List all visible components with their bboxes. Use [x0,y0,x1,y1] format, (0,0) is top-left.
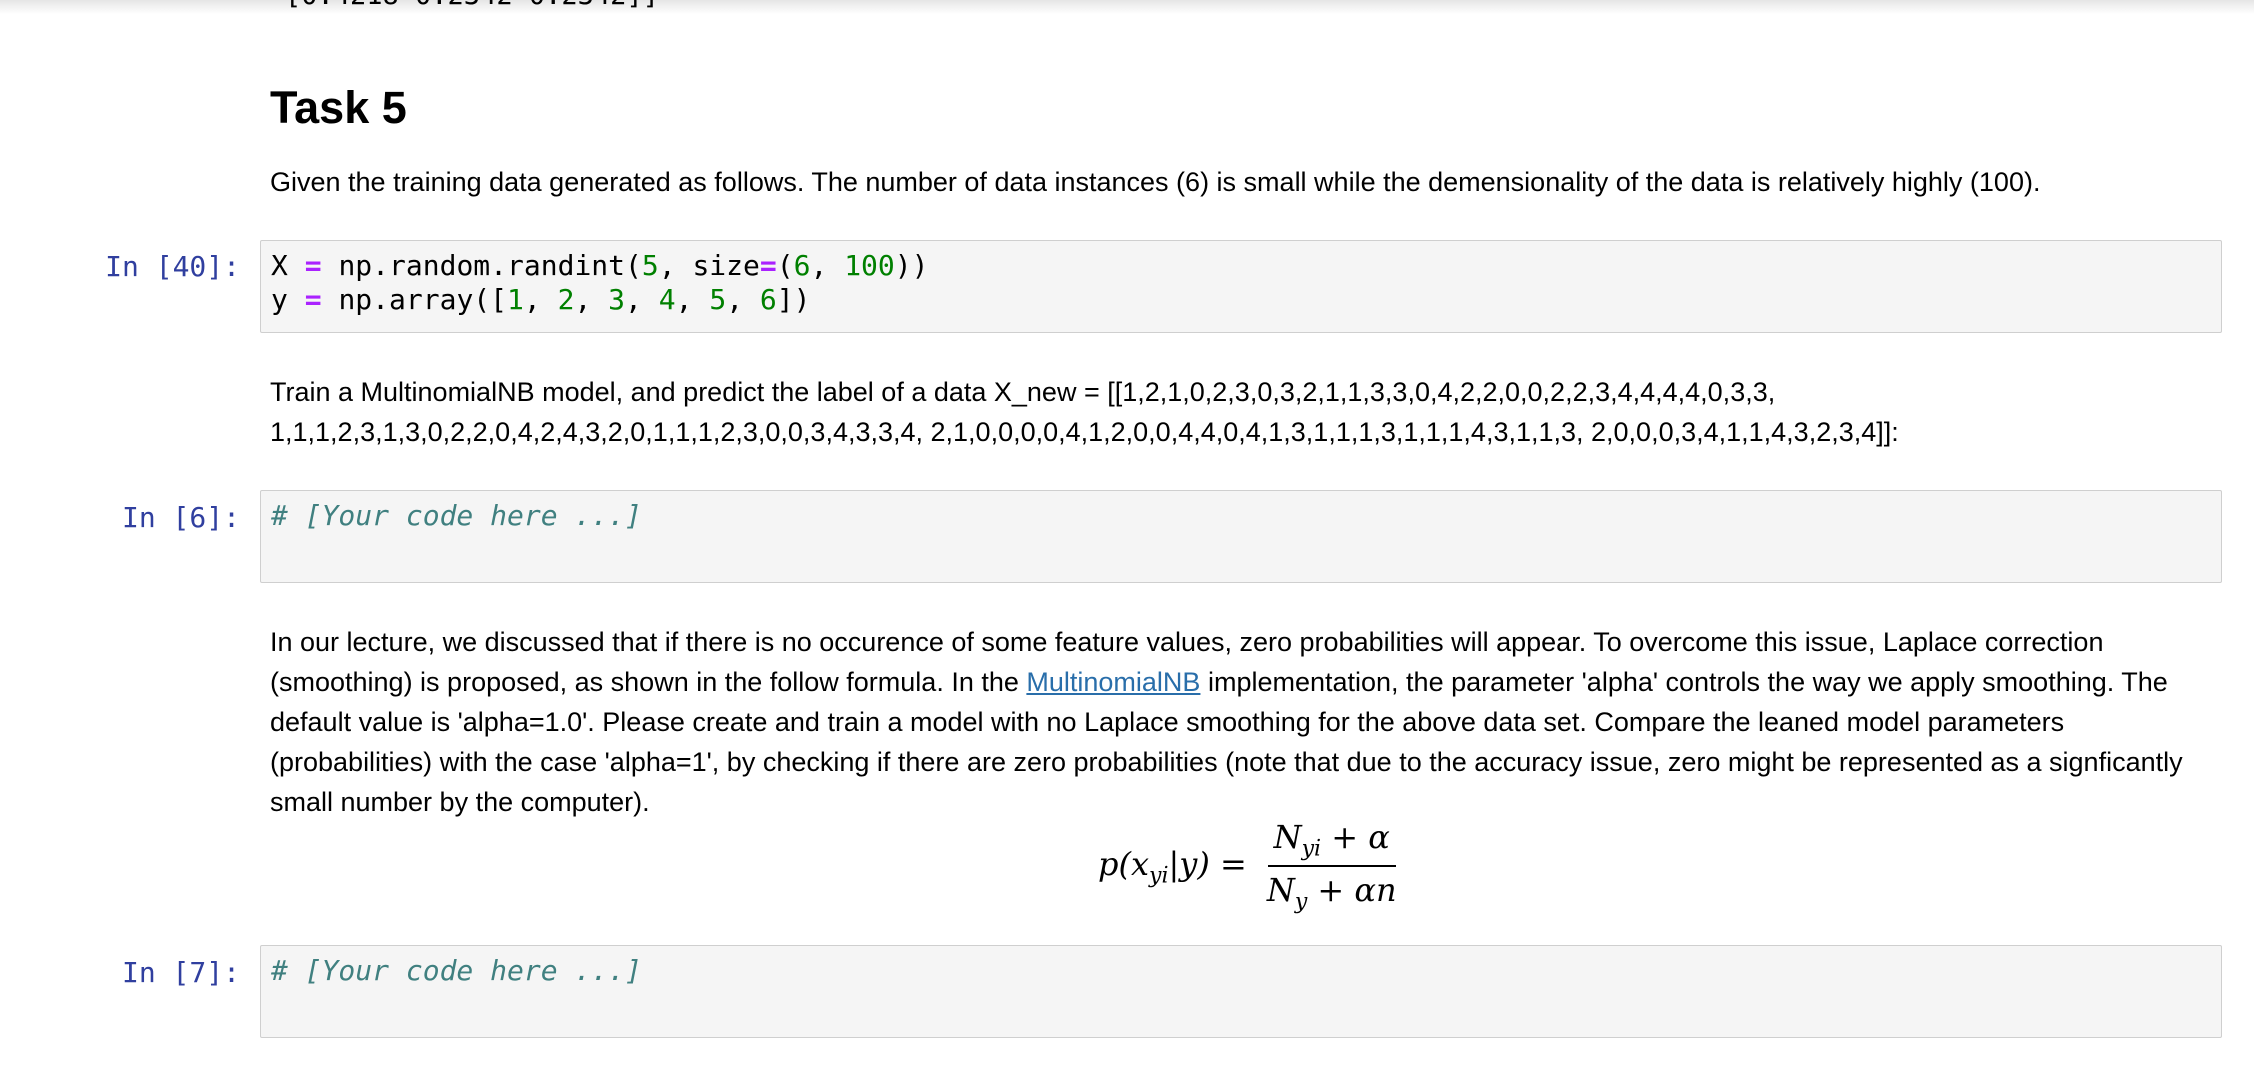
formula-fraction: Nyi + α Ny + αn [1261,818,1403,915]
formula-sub: y [1294,889,1308,915]
cell-prompt: In [7]: [121,956,240,989]
formula-text: + α [1321,818,1390,856]
formula-text: p(x [1098,844,1150,883]
code-comment: # [Your code here ...] [271,954,642,987]
code-call: np.random.randint( [338,249,642,282]
formula-denominator: Ny + αn [1261,867,1403,914]
code-cell[interactable]: # [Your code here ...] [260,490,2222,583]
code-num: 5 [641,249,659,282]
code-text: , size [658,249,760,282]
formula-lhs: p(xyi|y) = [1098,845,1247,888]
code-text: , [726,283,760,316]
code-op: = [304,283,322,316]
multinomialnb-link[interactable]: MultinomialNB [1026,667,1200,697]
code-num: 4 [658,283,676,316]
code-text: , [523,283,558,316]
smoothing-paragraph: In our lecture, we discussed that if the… [270,622,2220,822]
code-cell[interactable]: X = np.random.randint(5, size=(6, 100)) … [260,240,2222,333]
code-text: , [810,249,845,282]
code-line: X = np.random.randint(5, size=(6, 100)) [271,249,2211,283]
cell-prompt: In [6]: [121,501,240,534]
code-text: )) [894,249,929,282]
code-num: 6 [759,283,777,316]
laplace-formula: p(xyi|y) = Nyi + α Ny + αn [1098,818,1403,915]
code-text: , [625,283,659,316]
code-num: 6 [793,249,811,282]
train-instructions: Train a MultinomialNB model, and predict… [270,372,2220,452]
code-line: y = np.array([1, 2, 3, 4, 5, 6]) [271,283,2211,317]
code-var: X [271,249,288,282]
formula-sub: yi [1149,863,1169,889]
code-num: 3 [608,283,626,316]
formula-text: |y) = [1168,844,1247,883]
code-comment: # [Your code here ...] [271,499,642,532]
formula-text: N [1266,871,1295,910]
code-num: 2 [557,283,575,316]
code-var: y [271,283,288,316]
code-text: , [675,283,710,316]
formula-text: N [1273,818,1302,856]
intro-paragraph: Given the training data generated as fol… [270,167,2041,197]
code-cell[interactable]: # [Your code here ...] [260,945,2222,1038]
code-call: np.array([ [338,283,508,316]
train-line-2: 1,1,1,2,3,1,3,0,2,2,0,4,2,4,3,2,0,1,1,1,… [270,417,1899,447]
task-heading: Task 5 [270,82,407,133]
code-text: ( [776,249,794,282]
code-text: ]) [776,283,811,316]
formula-text: + αn [1307,871,1397,910]
code-op: = [759,249,777,282]
code-text: , [574,283,609,316]
previous-output-text: [0.4218 0.2342 0.2342]] [285,0,659,11]
formula-sub: yi [1301,836,1322,862]
train-line-1: Train a MultinomialNB model, and predict… [270,377,1776,407]
code-num: 5 [709,283,727,316]
code-num: 100 [844,249,895,282]
code-op: = [304,249,322,282]
formula-numerator: Nyi + α [1267,818,1396,868]
code-num: 1 [507,283,524,316]
cell-prompt: In [40]: [105,250,240,283]
